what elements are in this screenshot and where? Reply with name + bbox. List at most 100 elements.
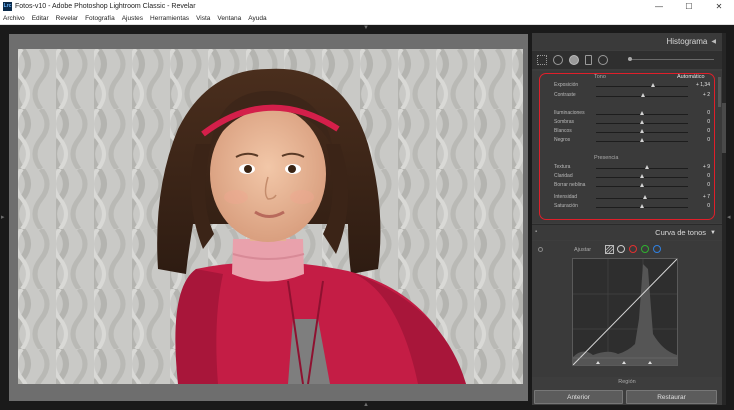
slider-label: Intensidad xyxy=(554,194,578,200)
slider-value[interactable]: 0 xyxy=(707,137,710,143)
menu-ventana[interactable]: Ventana xyxy=(217,15,241,22)
parametric-curve-icon[interactable] xyxy=(605,245,614,254)
radial-filter-icon[interactable] xyxy=(598,55,608,65)
maximize-button[interactable]: ☐ xyxy=(674,2,704,11)
slider-label: Iluminaciones xyxy=(554,110,585,116)
brush-slider-knob[interactable] xyxy=(628,57,632,61)
menu-fotografia[interactable]: Fotografía xyxy=(85,15,115,22)
slider-row: Exposición + 1,34 xyxy=(540,82,716,90)
right-panel-scrollbar[interactable] xyxy=(722,33,726,405)
slider-label: Exposición xyxy=(554,82,579,88)
auto-button[interactable]: Automático xyxy=(677,74,705,80)
slider-value[interactable]: 0 xyxy=(707,182,710,188)
slider-track[interactable] xyxy=(596,195,688,199)
menu-ayuda[interactable]: Ayuda xyxy=(248,15,266,22)
top-panel-toggle-icon[interactable]: ▼ xyxy=(361,25,371,31)
close-button[interactable]: ✕ xyxy=(704,2,734,11)
slider-track[interactable] xyxy=(596,165,688,169)
histogram-header[interactable]: Histograma ◀ xyxy=(532,33,722,50)
slider-row: Saturación 0 xyxy=(540,203,716,211)
menu-revelar[interactable]: Revelar xyxy=(56,15,78,22)
slider-value[interactable]: + 1,34 xyxy=(696,82,710,88)
reset-button[interactable]: Restaurar xyxy=(626,390,717,404)
slider-knob[interactable] xyxy=(640,204,644,208)
slider-label: Textura xyxy=(554,164,571,170)
collapse-triangle-icon[interactable]: ▼ xyxy=(710,230,716,236)
tone-curve-title: Curva de tonos xyxy=(655,228,707,237)
slider-track[interactable] xyxy=(596,174,688,178)
slider-knob[interactable] xyxy=(642,195,647,199)
slider-knob[interactable] xyxy=(644,165,649,169)
right-panel-toggle-icon[interactable]: ◂ xyxy=(727,213,733,223)
slider-row: Sombras 0 xyxy=(540,119,716,127)
brush-slider[interactable] xyxy=(628,57,714,61)
previous-button[interactable]: Anterior xyxy=(534,390,623,404)
image-viewer[interactable] xyxy=(9,34,528,401)
tone-curve-graph[interactable] xyxy=(572,258,678,366)
slider-value[interactable]: 0 xyxy=(707,119,710,125)
menu-herramientas[interactable]: Herramientas xyxy=(150,15,189,22)
slider-row: Iluminaciones 0 xyxy=(540,110,716,118)
slider-track[interactable] xyxy=(596,138,688,142)
slider-row: Contraste + 2 xyxy=(540,92,716,100)
slider-track[interactable] xyxy=(596,120,688,124)
curve-channel-rgb[interactable] xyxy=(617,245,625,253)
photo-preview[interactable] xyxy=(18,49,523,384)
tool-strip xyxy=(532,51,722,69)
slider-row: Blancos 0 xyxy=(540,128,716,136)
slider-value[interactable]: 0 xyxy=(707,173,710,179)
slider-track[interactable] xyxy=(596,129,688,133)
slider-value[interactable]: + 2 xyxy=(703,92,710,98)
curve-pin-icon[interactable]: ▪ xyxy=(535,229,537,235)
slider-value[interactable]: 0 xyxy=(707,110,710,116)
slider-track[interactable] xyxy=(596,111,688,115)
slider-knob[interactable] xyxy=(640,129,644,133)
slider-label: Contraste xyxy=(554,92,576,98)
slider-knob[interactable] xyxy=(651,83,656,87)
menu-vista[interactable]: Vista xyxy=(196,15,210,22)
curve-channel-blue[interactable] xyxy=(653,245,661,253)
slider-track[interactable] xyxy=(596,183,688,187)
scrollbar-thumb[interactable] xyxy=(722,103,726,153)
red-eye-icon[interactable] xyxy=(569,55,579,65)
minimize-button[interactable]: — xyxy=(644,2,674,11)
menu-ajustes[interactable]: Ajustes xyxy=(122,15,143,22)
region-label: Región xyxy=(618,379,636,385)
slider-row: Negros 0 xyxy=(540,137,716,145)
curve-adjust-row: Ajustar xyxy=(532,244,722,256)
slider-knob[interactable] xyxy=(640,93,645,97)
curve-channel-green[interactable] xyxy=(641,245,649,253)
slider-value[interactable]: 0 xyxy=(707,203,710,209)
slider-track[interactable] xyxy=(596,204,688,208)
slider-knob[interactable] xyxy=(640,174,644,178)
tone-section-label: Tono xyxy=(594,74,606,80)
slider-knob[interactable] xyxy=(640,120,644,124)
crop-tool-icon[interactable] xyxy=(537,55,547,65)
slider-value[interactable]: + 7 xyxy=(703,194,710,200)
slider-label: Claridad xyxy=(554,173,573,179)
left-panel-toggle-icon[interactable]: ▸ xyxy=(1,213,7,223)
develop-workspace: ▼ ▲ ▸ ◂ Histograma ◀ Tono Automático Exp… xyxy=(0,25,734,410)
menu-archivo[interactable]: Archivo xyxy=(3,15,25,22)
slider-row: Borrar neblina 0 xyxy=(540,182,716,190)
slider-row: Claridad 0 xyxy=(540,173,716,181)
slider-knob[interactable] xyxy=(640,111,644,115)
menu-editar[interactable]: Editar xyxy=(32,15,49,22)
graduated-filter-icon[interactable] xyxy=(585,55,592,65)
bottom-panel-toggle-icon[interactable]: ▲ xyxy=(361,402,371,408)
window-title: Fotos-v10 - Adobe Photoshop Lightroom Cl… xyxy=(15,3,196,10)
tone-curve-header[interactable]: Curva de tonos ▼ xyxy=(532,225,722,240)
spot-removal-icon[interactable] xyxy=(553,55,563,65)
basic-panel: Tono Automático Exposición + 1,34 Contrast… xyxy=(532,71,722,223)
panel-scroll-mark[interactable] xyxy=(718,77,721,107)
slider-knob[interactable] xyxy=(640,138,644,142)
slider-track[interactable] xyxy=(596,93,688,97)
slider-value[interactable]: 0 xyxy=(707,128,710,134)
slider-knob[interactable] xyxy=(640,183,644,187)
slider-row: Textura + 9 xyxy=(540,164,716,172)
slider-track[interactable] xyxy=(596,83,688,87)
curve-channel-red[interactable] xyxy=(629,245,637,253)
collapse-triangle-icon[interactable]: ◀ xyxy=(711,38,716,45)
slider-value[interactable]: + 9 xyxy=(703,164,710,170)
develop-right-panel: Histograma ◀ Tono Automático Exposición +… xyxy=(532,33,722,405)
